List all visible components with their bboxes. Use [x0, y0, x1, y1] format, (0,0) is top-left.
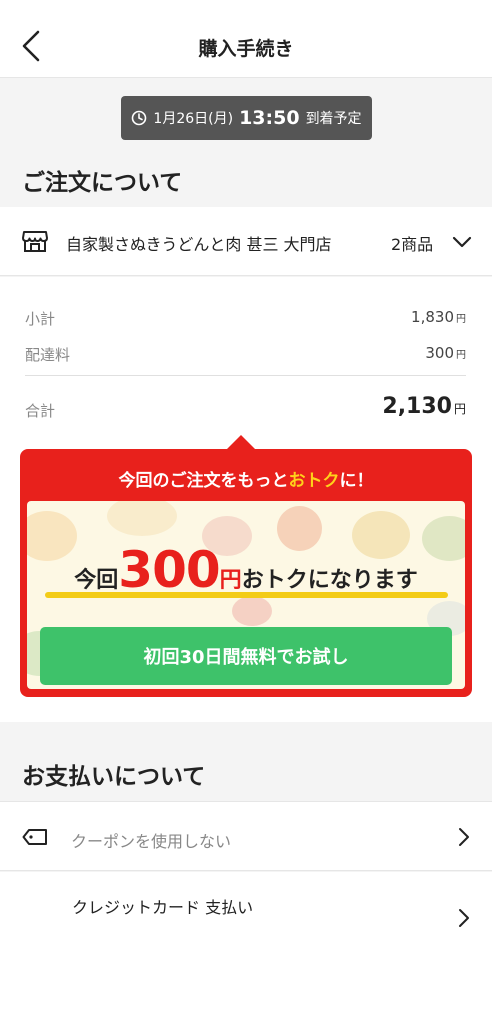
promo-headline: 今回のご注文をもっとおトクに！: [118, 471, 374, 491]
food-illustration: [232, 596, 272, 626]
page-title: 購入手続き: [198, 38, 294, 60]
delivery-fee-label: 配達料: [25, 346, 71, 364]
free-trial-button[interactable]: 初回30日間無料でお試し: [40, 627, 452, 685]
food-illustration: [107, 501, 177, 536]
header-bar: 購入手続き: [0, 0, 492, 78]
store-icon: [22, 231, 48, 252]
eta-time: 13:50: [239, 107, 300, 129]
savings-text: 今回300円おトクになります: [74, 541, 418, 599]
promo-card: 今回のご注文をもっとおトクに！ 今回300円おトクになります 初回30日間無料で…: [20, 449, 472, 697]
clock-icon: [132, 110, 147, 126]
divider: [25, 375, 466, 376]
subtotal-value: 1,830 円: [411, 308, 466, 326]
total-label: 合計: [25, 402, 56, 420]
coupon-row[interactable]: クーポンを使用しない: [0, 801, 492, 871]
promo-body: 今回300円おトクになります 初回30日間無料でお試し: [27, 501, 465, 689]
payment-method-row[interactable]: クレジットカード 支払い: [0, 872, 492, 1024]
coupon-label: クーポンを使用しない: [71, 832, 232, 851]
chevron-right-icon: [459, 909, 469, 927]
store-name: 自家製さぬきうどんと肉 甚三 大門店: [66, 235, 332, 254]
payment-section-title: お支払いについて: [22, 764, 206, 790]
store-row[interactable]: 自家製さぬきうどんと肉 甚三 大門店 2商品: [0, 207, 492, 276]
subtotal-label: 小計: [25, 310, 56, 328]
chevron-right-icon: [459, 828, 469, 846]
delivery-fee-value: 300 円: [425, 344, 466, 362]
eta-date: 1月26日(月): [153, 111, 234, 127]
eta-suffix: 到着予定: [305, 111, 362, 127]
coupon-tag-icon: [22, 829, 47, 845]
total-value: 2,130 円: [382, 394, 466, 419]
payment-method-label: クレジットカード 支払い: [72, 898, 254, 917]
delivery-eta-badge: 1月26日(月) 13:50 到着予定: [121, 96, 372, 140]
item-count: 2商品: [391, 235, 434, 254]
chevron-down-icon[interactable]: [451, 233, 473, 251]
order-section-title: ご注文について: [22, 170, 183, 196]
